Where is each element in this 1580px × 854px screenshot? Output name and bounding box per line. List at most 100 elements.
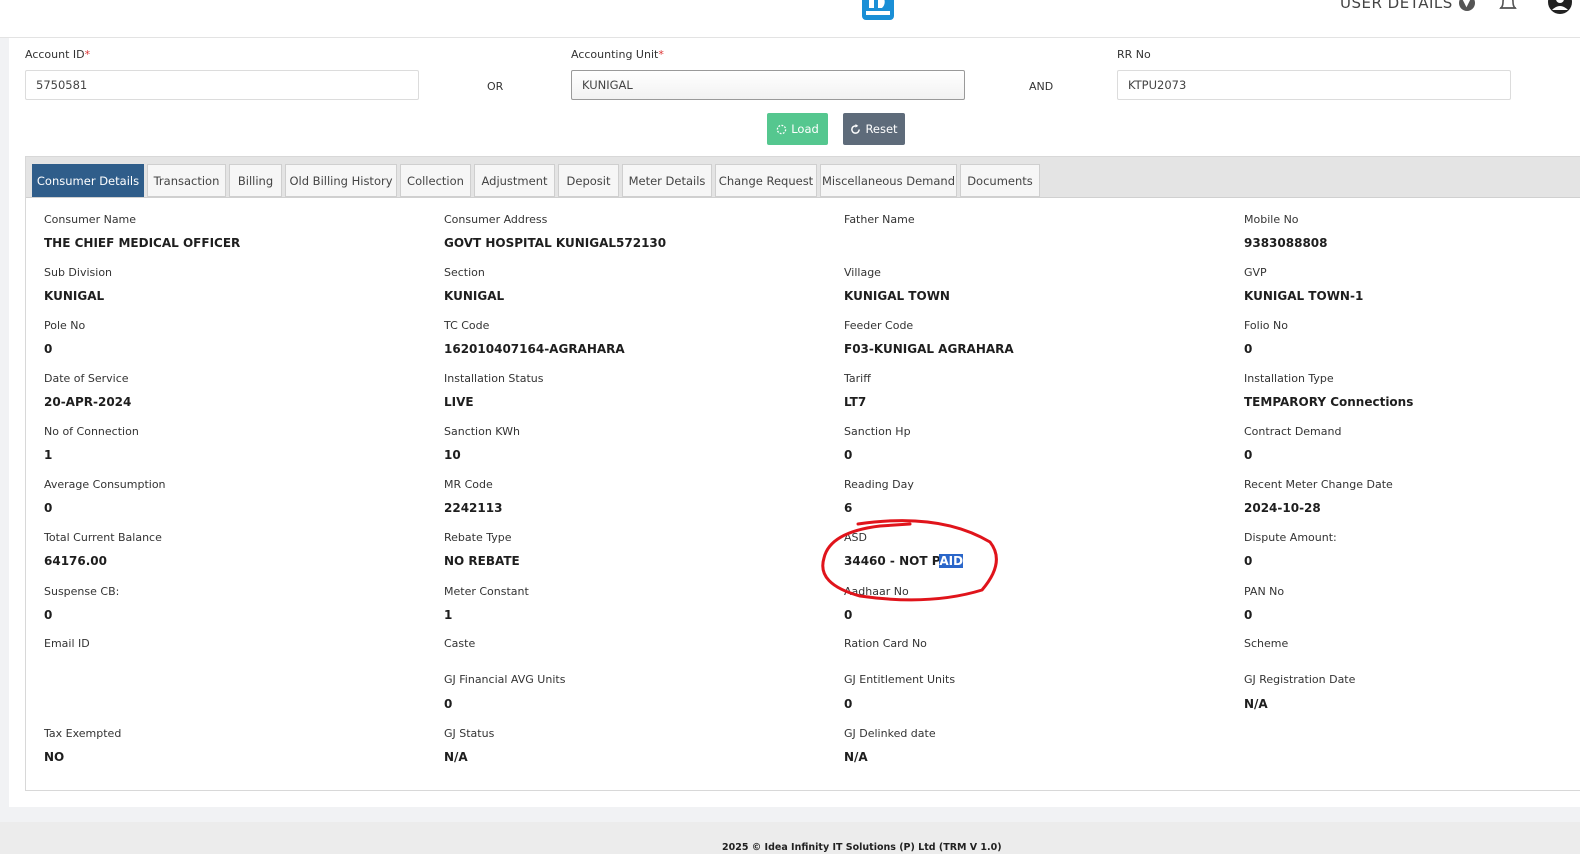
tab-bar: Consumer Details Transaction Billing Old…	[26, 157, 1580, 198]
mr-code-value: 2242113	[444, 501, 503, 515]
or-separator: OR	[487, 80, 504, 93]
gj-entitlement-units-label: GJ Entitlement Units	[844, 673, 956, 686]
father-name-label: Father Name	[844, 213, 915, 226]
tc-code-label: TC Code	[444, 319, 490, 332]
sanction-kwh-label: Sanction KWh	[444, 425, 520, 438]
caste-label: Caste	[444, 637, 476, 650]
village-label: Village	[844, 266, 881, 279]
tab-miscellaneous-demand[interactable]: Miscellaneous Demand	[820, 164, 957, 197]
gvp-value: KUNIGAL TOWN-1	[1244, 289, 1364, 303]
folio-no-value: 0	[1244, 342, 1253, 356]
meter-constant-label: Meter Constant	[444, 585, 529, 598]
tab-billing[interactable]: Billing	[229, 164, 282, 197]
sanction-hp-value: 0	[844, 448, 853, 462]
total-current-balance-value: 64176.00	[44, 554, 108, 568]
mr-code-label: MR Code	[444, 478, 493, 491]
tab-adjustment[interactable]: Adjustment	[474, 164, 555, 197]
tab-change-request[interactable]: Change Request	[715, 164, 817, 197]
refresh-icon	[851, 123, 861, 134]
tab-transaction[interactable]: Transaction	[147, 164, 226, 197]
gj-status-label: GJ Status	[444, 727, 495, 740]
bell-icon[interactable]	[1497, 0, 1519, 14]
load-button[interactable]: Load	[767, 113, 828, 145]
village-value: KUNIGAL TOWN	[844, 289, 950, 303]
top-bar: USER DETAILS ▼	[0, 0, 1580, 38]
feeder-code-value: F03-KUNIGAL AGRAHARA	[844, 342, 1014, 356]
annotation-circle	[821, 519, 998, 602]
consumer-address-label: Consumer Address	[444, 213, 548, 226]
meter-constant-value: 1	[444, 608, 453, 622]
tab-consumer-details[interactable]: Consumer Details	[32, 164, 144, 197]
rebate-type-label: Rebate Type	[444, 531, 512, 544]
tab-collection[interactable]: Collection	[400, 164, 471, 197]
account-id-label: Account ID*	[25, 48, 91, 61]
contract-demand-label: Contract Demand	[1244, 425, 1342, 438]
gj-registration-date-label: GJ Registration Date	[1244, 673, 1356, 686]
tax-exempted-value: NO	[44, 750, 65, 764]
consumer-name-value: THE CHIEF MEDICAL OFFICER	[44, 236, 241, 250]
user-avatar-icon[interactable]	[1546, 0, 1574, 16]
tab-deposit[interactable]: Deposit	[558, 164, 619, 197]
email-id-label: Email ID	[44, 637, 90, 650]
section-label: Section	[444, 266, 485, 279]
average-consumption-label: Average Consumption	[44, 478, 166, 491]
gvp-label: GVP	[1244, 266, 1267, 279]
pan-no-value: 0	[1244, 608, 1253, 622]
tax-exempted-label: Tax Exempted	[44, 727, 122, 740]
and-separator: AND	[1029, 80, 1054, 93]
footer-text: 2025 © Idea Infinity IT Solutions (P) Lt…	[722, 842, 1002, 853]
date-of-service-value: 20-APR-2024	[44, 395, 132, 409]
total-current-balance-label: Total Current Balance	[44, 531, 162, 544]
date-of-service-label: Date of Service	[44, 372, 129, 385]
sanction-hp-label: Sanction Hp	[844, 425, 911, 438]
reading-day-value: 6	[844, 501, 853, 515]
gj-entitlement-units-value: 0	[844, 697, 853, 711]
consumer-name-label: Consumer Name	[44, 213, 137, 226]
sub-division-value: KUNIGAL	[44, 289, 105, 303]
gj-registration-date-value: N/A	[1244, 697, 1268, 711]
installation-status-label: Installation Status	[444, 372, 544, 385]
pole-no-label: Pole No	[44, 319, 86, 332]
bescom-logo-icon	[862, 0, 894, 20]
tariff-value: LT7	[844, 395, 867, 409]
gj-financial-avg-units-value: 0	[444, 697, 453, 711]
tc-code-value: 162010407164-AGRAHARA	[444, 342, 625, 356]
aadhaar-no-value: 0	[844, 608, 853, 622]
spinner-icon	[776, 124, 787, 134]
tab-documents[interactable]: Documents	[960, 164, 1040, 197]
installation-type-label: Installation Type	[1244, 372, 1334, 385]
recent-meter-change-date-value: 2024-10-28	[1244, 501, 1321, 515]
rr-no-input[interactable]: KTPU2073	[1117, 70, 1511, 100]
consumer-address-value: GOVT HOSPITAL KUNIGAL572130	[444, 236, 667, 250]
feeder-code-label: Feeder Code	[844, 319, 914, 332]
ration-card-no-label: Ration Card No	[844, 637, 927, 650]
user-details-menu[interactable]: USER DETAILS ▼	[1340, 0, 1475, 12]
account-id-input[interactable]: 5750581	[25, 70, 419, 100]
tab-meter-details[interactable]: Meter Details	[622, 164, 712, 197]
rebate-type-value: NO REBATE	[444, 554, 520, 568]
installation-type-value: TEMPARORY Connections	[1244, 395, 1414, 409]
gj-delinked-date-value: N/A	[844, 750, 868, 764]
pan-no-label: PAN No	[1244, 585, 1285, 598]
gj-delinked-date-label: GJ Delinked date	[844, 727, 936, 740]
footer: 2025 © Idea Infinity IT Solutions (P) Lt…	[0, 822, 1580, 854]
scheme-label: Scheme	[1244, 637, 1289, 650]
mobile-no-value: 9383088808	[1244, 236, 1328, 250]
installation-status-value: LIVE	[444, 395, 474, 409]
average-consumption-value: 0	[44, 501, 53, 515]
reading-day-label: Reading Day	[844, 478, 914, 491]
tab-old-billing-history[interactable]: Old Billing History	[285, 164, 397, 197]
section-value: KUNIGAL	[444, 289, 505, 303]
chevron-down-icon: ▼	[1458, 0, 1475, 11]
rr-no-label: RR No	[1117, 48, 1151, 61]
recent-meter-change-date-label: Recent Meter Change Date	[1244, 478, 1393, 491]
suspense-cb-label: Suspense CB:	[44, 585, 120, 598]
suspense-cb-value: 0	[44, 608, 53, 622]
sanction-kwh-value: 10	[444, 448, 461, 462]
folio-no-label: Folio No	[1244, 319, 1288, 332]
accounting-unit-select[interactable]: KUNIGAL	[571, 70, 965, 100]
reset-button[interactable]: Reset	[843, 113, 905, 145]
dispute-amount-value: 0	[1244, 554, 1253, 568]
gj-status-value: N/A	[444, 750, 468, 764]
consumer-panel: Consumer Details Transaction Billing Old…	[25, 156, 1580, 791]
